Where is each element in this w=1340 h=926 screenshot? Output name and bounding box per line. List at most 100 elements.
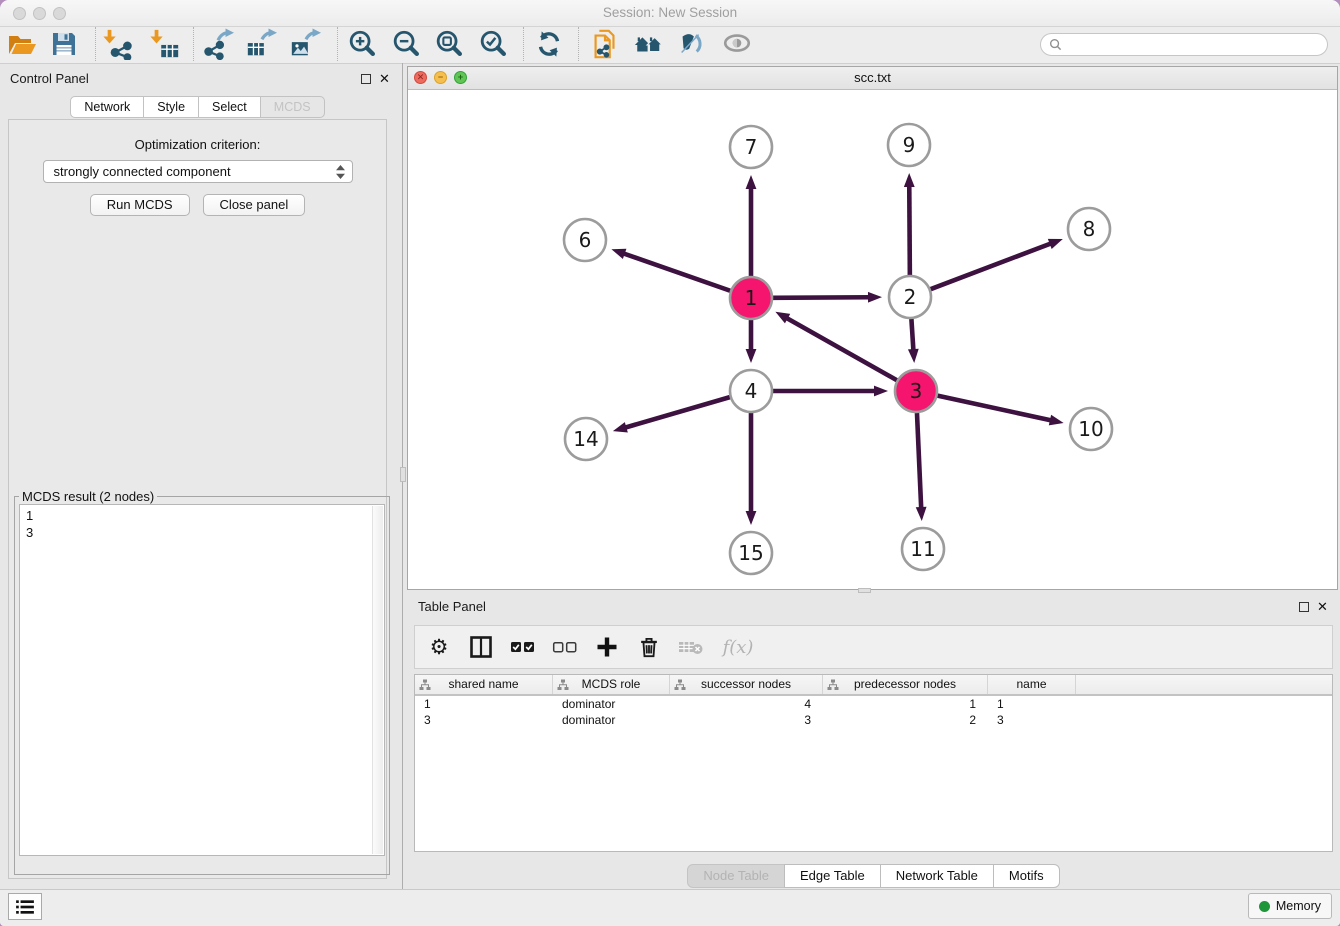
show-column-icon[interactable] [467,633,495,661]
export-network-icon[interactable] [201,27,235,61]
svg-text:8: 8 [1083,217,1096,241]
vertical-splitter-handle[interactable] [400,467,406,482]
graph-edge-arrowhead [874,386,888,397]
tab-node-table[interactable]: Node Table [687,864,785,888]
table-cell[interactable]: 4 [670,696,823,712]
tab-network[interactable]: Network [70,96,144,118]
graph-node-8[interactable]: 8 [1068,208,1110,250]
zoom-selected-icon[interactable] [476,27,510,61]
table-cell[interactable]: 3 [988,712,1076,728]
column-header-successor-nodes[interactable]: successor nodes [670,675,823,694]
select-all-icon[interactable] [509,633,537,661]
network-canvas[interactable]: 1 2 3 4 6 7 8 9 10 11 14 15 [408,89,1337,589]
delete-table-icon[interactable] [677,633,705,661]
table-cell[interactable]: 1 [823,696,988,712]
graph-edge-3-10[interactable] [937,396,1052,421]
criterion-select[interactable]: strongly connected component [43,160,353,183]
column-header-predecessor-nodes[interactable]: predecessor nodes [823,675,988,694]
tab-edge-table[interactable]: Edge Table [784,864,881,888]
zoom-out-icon[interactable] [389,27,423,61]
home-view-icon[interactable] [632,27,666,61]
graph-edge-arrowhead [613,422,628,432]
table-cell[interactable]: dominator [553,712,670,728]
control-panel-float-button[interactable] [361,74,371,84]
import-network-icon[interactable] [101,27,135,61]
table-panel-float-button[interactable] [1299,602,1309,612]
graph-edge-2-8[interactable] [931,243,1053,289]
graph-edge-arrowhead [746,175,757,189]
graph-node-3[interactable]: 3 [895,370,937,412]
table-row[interactable]: 1dominator411 [415,696,1332,712]
graph-node-11[interactable]: 11 [902,528,944,570]
toolbar-separator [523,27,524,61]
export-table-icon[interactable] [244,27,278,61]
horizontal-splitter-handle[interactable] [858,588,871,593]
save-session-icon[interactable] [47,27,81,61]
clone-network-icon[interactable] [588,27,622,61]
column-settings-gear-icon[interactable]: ⚙ [425,633,453,661]
column-header-name[interactable]: name [988,675,1076,694]
unselect-all-icon[interactable] [551,633,579,661]
table-cell[interactable]: 2 [823,712,988,728]
graph-node-10[interactable]: 10 [1070,408,1112,450]
tab-network-table[interactable]: Network Table [880,864,994,888]
tab-select[interactable]: Select [198,96,261,118]
graph-edge-arrowhead [916,507,927,521]
zoom-fit-icon[interactable] [432,27,466,61]
open-session-icon[interactable] [5,27,39,61]
toolbar-separator [337,27,338,61]
graphics-details-icon[interactable] [675,27,709,61]
tab-mcds[interactable]: MCDS [260,96,325,118]
column-header-shared-name[interactable]: shared name [415,675,553,694]
graph-edge-4-14[interactable] [623,397,729,428]
tab-style[interactable]: Style [143,96,199,118]
node-table-header: shared nameMCDS rolesuccessor nodesprede… [415,675,1332,696]
svg-text:3: 3 [910,379,923,403]
table-cell[interactable]: 1 [988,696,1076,712]
toolbar-separator [578,27,579,61]
function-builder-icon[interactable]: f(x) [719,633,757,661]
delete-row-icon[interactable] [635,633,663,661]
refresh-icon[interactable] [532,27,566,61]
close-panel-button[interactable]: Close panel [203,194,306,216]
control-panel-close-button[interactable]: ✕ [379,73,390,85]
search-box[interactable] [1040,33,1328,56]
import-table-icon[interactable] [148,27,182,61]
graph-edge-1-2[interactable] [773,297,871,298]
show-hide-icon[interactable] [720,27,754,61]
table-row[interactable]: 3dominator323 [415,712,1332,728]
graph-edge-2-9[interactable] [909,184,910,275]
table-cell[interactable]: 3 [415,712,553,728]
column-header-MCDS-role[interactable]: MCDS role [553,675,670,694]
run-mcds-button[interactable]: Run MCDS [90,194,190,216]
graph-node-7[interactable]: 7 [730,126,772,168]
tab-motifs[interactable]: Motifs [993,864,1060,888]
table-panel-close-button[interactable]: ✕ [1317,601,1328,613]
search-input[interactable] [1067,37,1319,53]
app-window: Session: New Session [0,0,1340,926]
graph-edge-3-11[interactable] [917,413,921,510]
add-row-icon[interactable] [593,633,621,661]
graph-edge-arrowhead [746,349,757,363]
graph-node-6[interactable]: 6 [564,219,606,261]
graph-edge-1-6[interactable] [622,253,730,291]
graph-node-1[interactable]: 1 [730,277,772,319]
graph-node-15[interactable]: 15 [730,532,772,574]
graph-edge-arrowhead [746,511,757,525]
table-cell[interactable]: 1 [415,696,553,712]
memory-button[interactable]: Memory [1248,893,1332,919]
graph-node-9[interactable]: 9 [888,124,930,166]
network-window-titlebar: ✕ − + scc.txt [408,67,1337,90]
vertical-splitter[interactable] [400,63,406,890]
table-cell[interactable]: dominator [553,696,670,712]
table-cell[interactable]: 3 [670,712,823,728]
graph-edge-3-1[interactable] [785,317,897,380]
graph-node-4[interactable]: 4 [730,370,772,412]
result-scrollbar[interactable] [372,506,383,854]
export-image-icon[interactable] [288,27,322,61]
zoom-in-icon[interactable] [345,27,379,61]
graph-node-2[interactable]: 2 [889,276,931,318]
graph-node-14[interactable]: 14 [565,418,607,460]
graph-edge-2-3[interactable] [911,319,913,352]
task-history-button[interactable] [8,893,42,920]
